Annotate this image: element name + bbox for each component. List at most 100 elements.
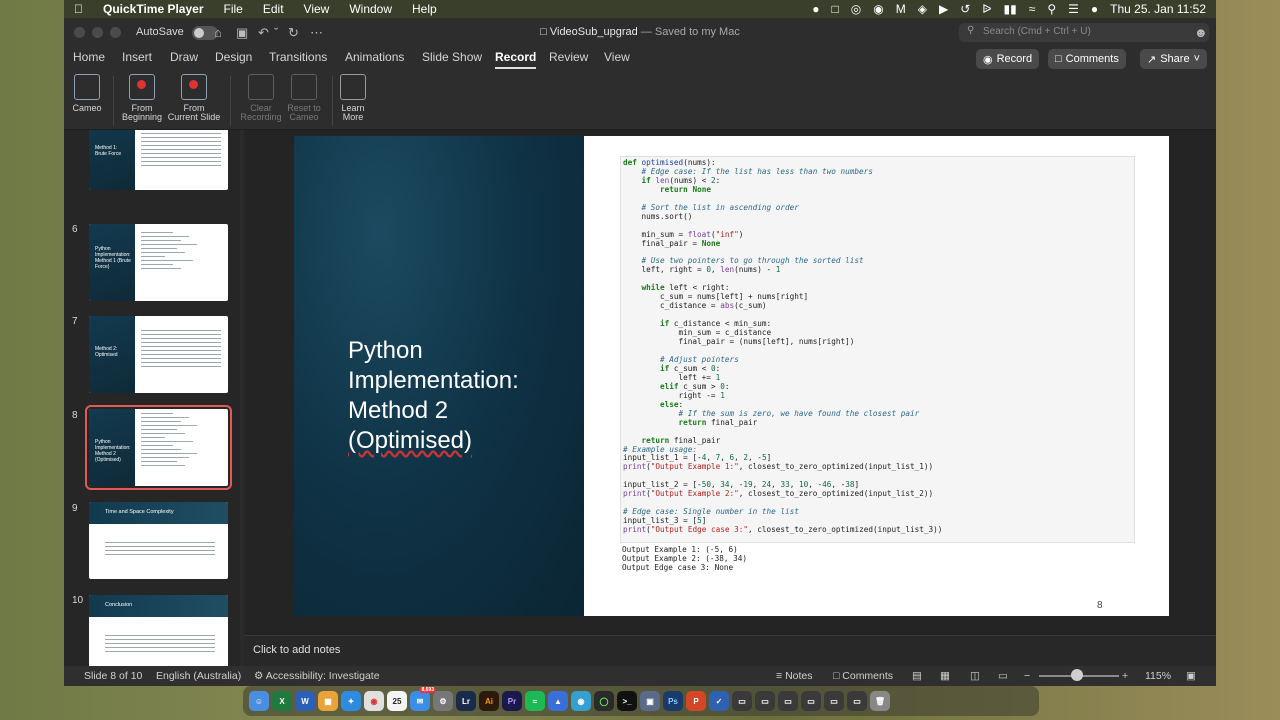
window-thumbnail-3[interactable]: ▭ bbox=[778, 691, 798, 711]
bluetooth-icon[interactable]: ᐉ bbox=[982, 2, 991, 16]
record-from-beginning-button[interactable]: From Beginning bbox=[120, 74, 164, 122]
preview-icon[interactable]: ▣ bbox=[640, 691, 660, 711]
window-thumbnail-6[interactable]: ▭ bbox=[847, 691, 867, 711]
clear-recording-button[interactable]: Clear Recording bbox=[238, 74, 284, 122]
slide-thumbnail-10[interactable]: Conclusion bbox=[89, 595, 228, 666]
tab-design[interactable]: Design bbox=[215, 50, 252, 64]
app-icon-2[interactable]: ◉ bbox=[571, 691, 591, 711]
tab-view[interactable]: View bbox=[604, 50, 630, 64]
slide-title[interactable]: Python Implementation: Method 2 (Optimis… bbox=[348, 336, 568, 456]
menu-file[interactable]: File bbox=[214, 2, 253, 16]
cameo-button[interactable]: Cameo bbox=[72, 74, 102, 113]
menubar-clock[interactable]: Thu 25. Jan 11:52 bbox=[1110, 2, 1206, 16]
document-save-status: — Saved to my Mac bbox=[637, 26, 740, 38]
control-center-icon[interactable]: ☰ bbox=[1068, 2, 1079, 16]
normal-view-icon[interactable]: ▤ bbox=[912, 670, 922, 682]
slide-sorter-view-icon[interactable]: ▦ bbox=[940, 670, 950, 682]
clear-recording-label-2: Recording bbox=[240, 112, 282, 122]
record-button[interactable]: ◉ Record bbox=[976, 49, 1040, 69]
menu-help[interactable]: Help bbox=[402, 2, 447, 16]
tab-animations[interactable]: Animations bbox=[345, 50, 404, 64]
status-icon-1[interactable]: □ bbox=[832, 2, 839, 16]
record-from-current-slide-button[interactable]: From Current Slide bbox=[166, 74, 222, 122]
tab-draw[interactable]: Draw bbox=[170, 50, 198, 64]
slide-thumbnail-7[interactable]: Method 2: Optimised bbox=[89, 316, 228, 393]
window-thumbnail-1[interactable]: ▭ bbox=[732, 691, 752, 711]
status-icon-3[interactable]: ◉ bbox=[873, 2, 883, 16]
tab-review[interactable]: Review bbox=[549, 50, 588, 64]
menu-edit[interactable]: Edit bbox=[253, 2, 294, 16]
zoom-out-icon[interactable]: − bbox=[1024, 670, 1030, 682]
launchpad-icon[interactable]: ▦ bbox=[318, 691, 338, 711]
excel-icon[interactable]: X bbox=[272, 691, 292, 711]
menu-window[interactable]: Window bbox=[339, 2, 402, 16]
comments-button[interactable]: □ Comments bbox=[1048, 49, 1126, 69]
tab-record[interactable]: Record bbox=[495, 50, 537, 69]
code-output[interactable]: Output Example 1: (-5, 6) Output Example… bbox=[622, 545, 747, 573]
people-icon[interactable]: ☻ bbox=[1194, 25, 1208, 40]
reading-view-icon[interactable]: ◫ bbox=[970, 670, 980, 682]
slide-thumbnail-9[interactable]: Time and Space Complexity bbox=[89, 502, 228, 579]
spotlight-search-icon[interactable]: ⚲ bbox=[1047, 2, 1056, 16]
battery-icon[interactable]: ▮▮ bbox=[1004, 2, 1017, 16]
learn-more-button[interactable]: Learn More bbox=[338, 74, 368, 122]
spotify-icon[interactable]: ≈ bbox=[525, 691, 545, 711]
tab-insert[interactable]: Insert bbox=[122, 50, 152, 64]
tab-slide-show[interactable]: Slide Show bbox=[422, 50, 482, 64]
search-input[interactable]: ⚲ Search (Cmd + Ctrl + U) bbox=[959, 23, 1209, 42]
system-settings-icon[interactable]: ⚙ bbox=[433, 691, 453, 711]
reset-to-cameo-button[interactable]: Reset to Cameo bbox=[282, 74, 326, 122]
document-name[interactable]: VideoSub_upgrad bbox=[550, 26, 638, 38]
slide-thumbnail-8-selected[interactable]: Python Implementation: Method 2 (Optimis… bbox=[85, 405, 232, 490]
safari-icon[interactable]: ✦ bbox=[341, 691, 361, 711]
slide-thumbnail-6[interactable]: Python Implementation: Method 1 (Brute F… bbox=[89, 224, 228, 301]
status-icon-2[interactable]: ◎ bbox=[851, 2, 861, 16]
slide-show-view-icon[interactable]: ▭ bbox=[998, 670, 1008, 682]
wifi-icon[interactable]: ≈ bbox=[1029, 2, 1036, 16]
time-machine-icon[interactable]: ↺ bbox=[960, 2, 970, 16]
word-icon[interactable]: W bbox=[295, 691, 315, 711]
chrome-icon[interactable]: ◉ bbox=[364, 691, 384, 711]
zoom-in-icon[interactable]: + bbox=[1122, 670, 1128, 682]
photoshop-icon[interactable]: Ps bbox=[663, 691, 683, 711]
share-button[interactable]: ↗ Share ˅ bbox=[1140, 49, 1208, 69]
tab-home[interactable]: Home bbox=[73, 50, 105, 64]
window-thumbnail-5[interactable]: ▭ bbox=[824, 691, 844, 711]
window-thumbnail-4[interactable]: ▭ bbox=[801, 691, 821, 711]
zoom-percentage[interactable]: 115% bbox=[1145, 670, 1171, 682]
notes-pane[interactable]: Click to add notes bbox=[244, 635, 1216, 666]
tab-transitions[interactable]: Transitions bbox=[269, 50, 327, 64]
premiere-icon[interactable]: Pr bbox=[502, 691, 522, 711]
fit-to-window-icon[interactable]: ▣ bbox=[1186, 670, 1196, 682]
language-indicator[interactable]: English (Australia) bbox=[156, 670, 241, 682]
app-icon-1[interactable]: ▲ bbox=[548, 691, 568, 711]
zoom-slider-handle[interactable] bbox=[1071, 669, 1084, 681]
menu-view[interactable]: View bbox=[294, 2, 340, 16]
terminal-icon[interactable]: >_ bbox=[617, 691, 637, 711]
finder-icon[interactable]: ☺ bbox=[249, 691, 269, 711]
app-icon-4[interactable]: ✓ bbox=[709, 691, 729, 711]
powerpoint-icon[interactable]: P bbox=[686, 691, 706, 711]
ribbon-record: Cameo From Beginning From Current Slide … bbox=[64, 70, 1216, 130]
illustrator-icon[interactable]: Ai bbox=[479, 691, 499, 711]
app-icon-3[interactable]: ◯ bbox=[594, 691, 614, 711]
record-status-icon[interactable]: ● bbox=[812, 2, 819, 16]
status-icon-4[interactable]: M bbox=[896, 2, 906, 16]
mail-icon[interactable]: ✉ 8,693 bbox=[410, 687, 436, 711]
apple-icon[interactable]:  bbox=[64, 2, 93, 16]
slide-thumbnail-5[interactable]: Method 1: Brute Force bbox=[89, 130, 228, 190]
window-thumbnail-2[interactable]: ▭ bbox=[755, 691, 775, 711]
siri-icon[interactable]: ● bbox=[1091, 2, 1098, 16]
lightroom-icon[interactable]: Lr bbox=[456, 691, 476, 711]
notes-toggle[interactable]: ≡ Notes bbox=[776, 670, 813, 682]
code-block[interactable]: def optimised(nums): # Edge case: If the… bbox=[620, 156, 1135, 543]
status-icon-5[interactable]: ◈ bbox=[918, 2, 927, 16]
current-slide[interactable]: Python Implementation: Method 2 (Optimis… bbox=[294, 136, 1169, 616]
calendar-icon[interactable]: 25 bbox=[387, 691, 407, 711]
status-icon-6[interactable]: ▶ bbox=[939, 2, 948, 16]
app-name-menu[interactable]: QuickTime Player bbox=[93, 2, 214, 16]
trash-icon[interactable]: 🗑 bbox=[870, 691, 890, 711]
comments-toggle[interactable]: □ Comments bbox=[833, 670, 893, 682]
code-line: # If the sum is zero, we have found the … bbox=[678, 408, 920, 418]
accessibility-checker[interactable]: ⚙ Accessibility: Investigate bbox=[254, 670, 380, 682]
